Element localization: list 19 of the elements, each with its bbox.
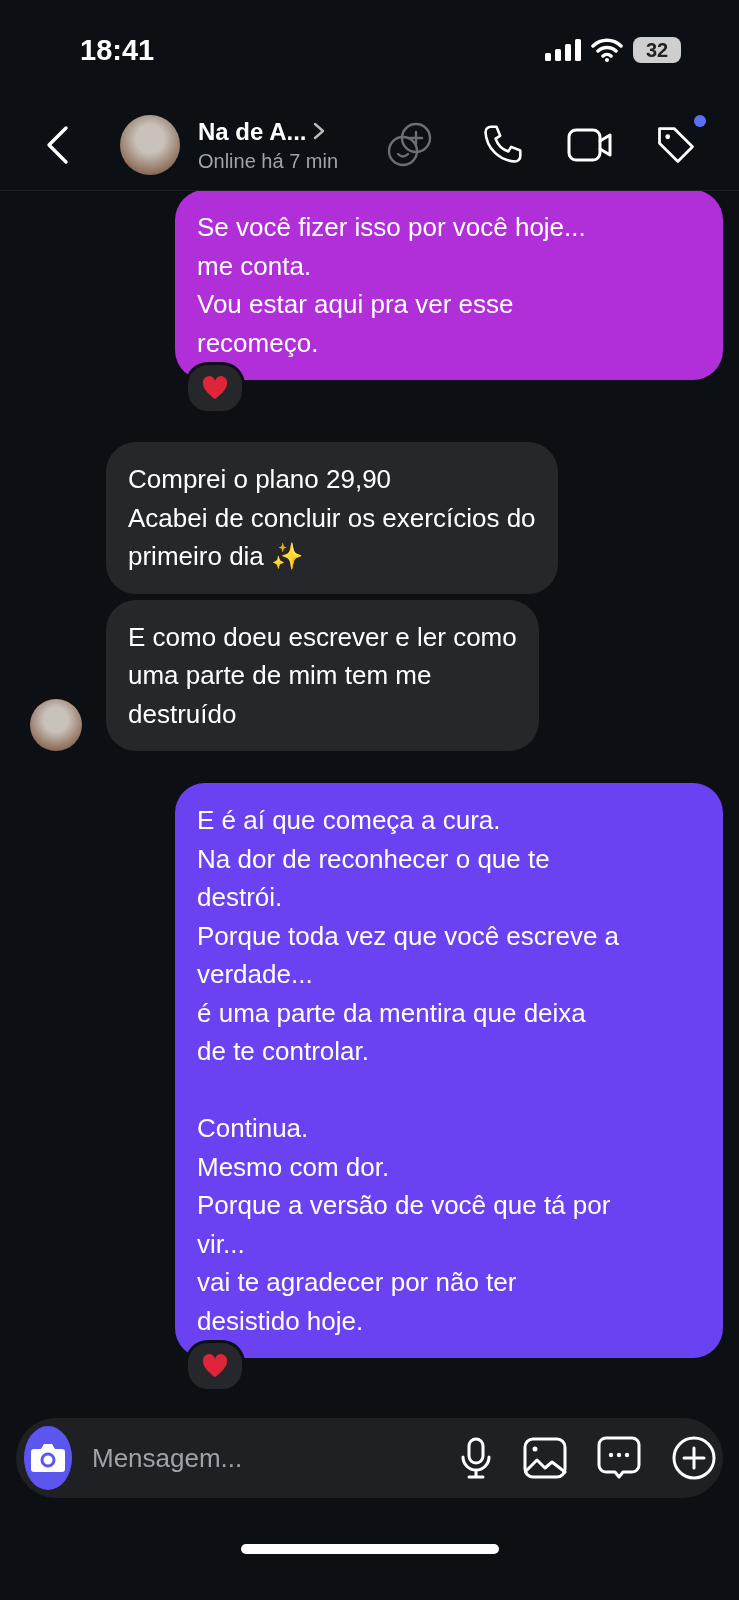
back-button[interactable] [44,125,70,165]
received-message: E como doeu escrever e ler como uma parte de mim tem me destruído [106,599,539,751]
add-button[interactable] [671,1435,717,1481]
avatar[interactable] [120,115,180,175]
battery-indicator: 32 [633,37,681,63]
status-time: 18:41 [80,33,155,67]
contact-name[interactable]: Na de A... [198,117,378,146]
camera-button[interactable] [24,1426,72,1490]
avatar[interactable] [30,699,82,751]
received-message: Comprei o plano 29,90 Acabei de concluir os exercícios do primeiro dia ✨ [106,442,558,594]
gallery-button[interactable] [523,1437,567,1479]
chat-bubble-button[interactable] [597,1436,641,1480]
microphone-button[interactable] [459,1436,493,1480]
camera-icon [30,1442,66,1474]
wifi-icon [591,38,623,62]
add-people-button[interactable] [386,121,434,169]
presence-status: Online há 7 min [198,149,340,173]
chevron-right-icon [313,121,326,140]
signal-icon [545,39,581,61]
